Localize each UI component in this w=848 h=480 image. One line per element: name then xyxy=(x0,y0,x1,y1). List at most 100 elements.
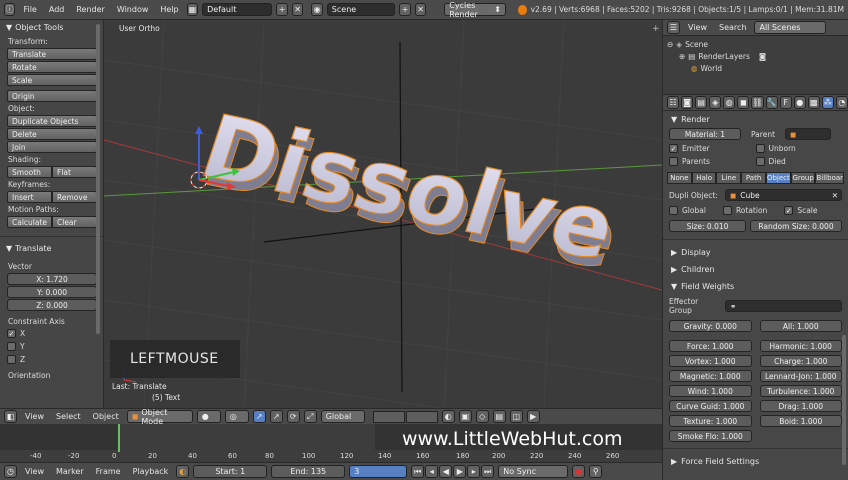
current-frame-indicator[interactable] xyxy=(118,424,120,452)
object-tab-icon[interactable]: ◼ xyxy=(737,96,750,109)
emitter-checkbox[interactable]: ✓ xyxy=(669,144,678,153)
scene-field[interactable]: Scene xyxy=(326,3,396,16)
scene-icon[interactable]: ◉ xyxy=(311,3,323,16)
manipulator-toggle[interactable]: ↗ xyxy=(252,410,266,423)
current-frame-field[interactable]: 3 xyxy=(349,465,408,478)
timeline-area[interactable]: -40 -20 0 20 40 60 80 100 120 140 160 18… xyxy=(0,424,662,462)
all-field[interactable]: All: 1.000 xyxy=(759,320,842,332)
menu-file[interactable]: File xyxy=(19,5,40,14)
jump-end-icon[interactable]: ⏭ xyxy=(481,465,495,478)
particles-tab-icon[interactable]: ⁂ xyxy=(821,96,834,109)
insert-keyframe-button[interactable]: Insert xyxy=(7,191,52,203)
shading-select[interactable]: ● xyxy=(196,410,221,423)
gravity-field[interactable]: Gravity: 0.000 xyxy=(669,320,752,332)
render-as-group[interactable]: Group xyxy=(790,172,816,184)
delete-button[interactable]: Delete xyxy=(7,128,97,140)
smoke-flow-weight-field[interactable]: Smoke Flo: 1.000 xyxy=(669,430,752,442)
frame-menu[interactable]: Frame xyxy=(92,467,125,476)
panel-expand-icon[interactable]: + xyxy=(652,24,660,34)
data-tab-icon[interactable]: F xyxy=(779,96,792,109)
editor-type-icon[interactable]: ☷ xyxy=(667,96,680,109)
rotate-button[interactable]: Rotate xyxy=(7,61,97,73)
add-layout-icon[interactable]: + xyxy=(276,3,288,16)
object-menu[interactable]: Object xyxy=(89,412,123,421)
opengl-anim-icon[interactable]: ▶ xyxy=(526,410,540,423)
3d-text-object[interactable]: Dissolve Dissolve xyxy=(187,95,634,290)
world-tab-icon[interactable]: ◍ xyxy=(723,96,736,109)
emitter-row[interactable]: ✓ Emitter xyxy=(669,142,756,155)
force-field-settings-header[interactable]: ▶ Force Field Settings xyxy=(663,453,848,470)
outliner-search-menu[interactable]: Search xyxy=(715,23,750,32)
snap-icon[interactable]: ◇ xyxy=(475,410,489,423)
render-engine-select[interactable]: Cycles Render ⬍ xyxy=(444,1,506,19)
operator-panel-header[interactable]: ▼ Translate xyxy=(0,241,103,256)
boid-weight-field[interactable]: Boid: 1.000 xyxy=(759,415,842,427)
menu-help[interactable]: Help xyxy=(156,5,182,14)
remove-scene-icon[interactable]: ✕ xyxy=(414,3,427,16)
pivot-select[interactable]: ◎ xyxy=(224,410,249,423)
tool-shelf-scrollbar[interactable] xyxy=(96,24,100,334)
clear-button[interactable]: Clear xyxy=(52,216,97,228)
scale-manip-icon[interactable]: ⤢ xyxy=(303,410,317,423)
sync-select[interactable]: No Sync xyxy=(498,465,569,478)
parents-row[interactable]: Parents xyxy=(669,155,756,168)
tl-view-menu[interactable]: View xyxy=(21,467,48,476)
constraint-y-checkbox[interactable] xyxy=(7,342,16,351)
select-menu[interactable]: Select xyxy=(52,412,85,421)
modifiers-tab-icon[interactable]: 🔧 xyxy=(765,96,778,109)
rotation-row[interactable]: Rotation xyxy=(722,204,774,217)
children-panel-header[interactable]: ▶ Children xyxy=(663,261,848,278)
prev-keyframe-icon[interactable]: ◂ xyxy=(425,465,439,478)
unborn-checkbox[interactable] xyxy=(755,144,765,153)
editor-type-icon[interactable]: ⓘ xyxy=(4,3,16,16)
constraint-x-row[interactable]: ✓ X xyxy=(0,327,103,340)
preview-range-icon[interactable]: ◐ xyxy=(176,465,190,478)
add-scene-icon[interactable]: + xyxy=(399,3,411,16)
clear-icon[interactable]: ✕ xyxy=(832,191,838,200)
render-as-billboard[interactable]: Billboar xyxy=(815,172,845,184)
record-icon[interactable]: ● xyxy=(572,465,586,478)
3d-viewport[interactable]: Dissolve Dissolve User Ortho LEFTMOUSE L… xyxy=(104,20,662,408)
translate-button[interactable]: Translate xyxy=(7,48,97,60)
layout-icon[interactable]: ▦ xyxy=(186,3,199,16)
next-keyframe-icon[interactable]: ▸ xyxy=(467,465,481,478)
parents-checkbox[interactable] xyxy=(669,157,678,166)
field-weights-panel-header[interactable]: ▼ Field Weights xyxy=(663,278,848,295)
render-as-object[interactable]: Object xyxy=(765,172,791,184)
outliner-item-renderlayers[interactable]: ⊕ ▤ RenderLayers ◙ xyxy=(667,50,844,62)
render-tab-icon[interactable]: ◙ xyxy=(681,96,694,109)
unborn-row[interactable]: Unborn xyxy=(755,142,843,155)
texture-weight-field[interactable]: Texture: 1.000 xyxy=(669,415,752,427)
marker-menu[interactable]: Marker xyxy=(52,467,88,476)
origin-button[interactable]: Origin xyxy=(7,90,97,102)
constraint-x-checkbox[interactable]: ✓ xyxy=(7,329,16,338)
dupli-object-field[interactable]: ◼ Cube ✕ xyxy=(725,189,842,201)
scale-row[interactable]: ✓ Scale xyxy=(784,204,824,217)
properties-scrollbar[interactable] xyxy=(842,335,846,465)
vector-z-field[interactable]: Z: 0.000 xyxy=(7,299,97,311)
charge-weight-field[interactable]: Charge: 1.000 xyxy=(759,355,842,367)
wind-weight-field[interactable]: Wind: 1.000 xyxy=(669,385,752,397)
view-menu[interactable]: View xyxy=(21,412,48,421)
render-layers-tab-icon[interactable]: ▤ xyxy=(695,96,708,109)
constraint-z-row[interactable]: Z xyxy=(0,353,103,366)
material-field[interactable]: Material: 1 xyxy=(669,128,741,140)
duplicate-objects-button[interactable]: Duplicate Objects xyxy=(7,115,97,127)
z-arrow-icon[interactable] xyxy=(195,126,203,134)
constraints-tab-icon[interactable]: ⛓ xyxy=(751,96,764,109)
snap-target-icon[interactable]: ▤ xyxy=(492,410,506,423)
constraint-y-row[interactable]: Y xyxy=(0,340,103,353)
render-as-path[interactable]: Path xyxy=(741,172,766,184)
harmonic-weight-field[interactable]: Harmonic: 1.000 xyxy=(759,340,842,352)
layers-group-2[interactable] xyxy=(405,410,438,423)
end-frame-field[interactable]: End: 135 xyxy=(271,465,346,478)
menu-add[interactable]: Add xyxy=(45,5,69,14)
menu-render[interactable]: Render xyxy=(72,5,108,14)
screen-layout-field[interactable]: Default xyxy=(202,3,273,16)
render-as-halo[interactable]: Halo xyxy=(691,172,717,184)
menu-window[interactable]: Window xyxy=(113,5,153,14)
outliner-filter-select[interactable]: All Scenes xyxy=(754,21,827,34)
render-panel-header[interactable]: ▼ Render xyxy=(663,111,848,128)
scene-tab-icon[interactable]: ◈ xyxy=(709,96,722,109)
translate-manip-icon[interactable]: ↗ xyxy=(269,410,283,423)
